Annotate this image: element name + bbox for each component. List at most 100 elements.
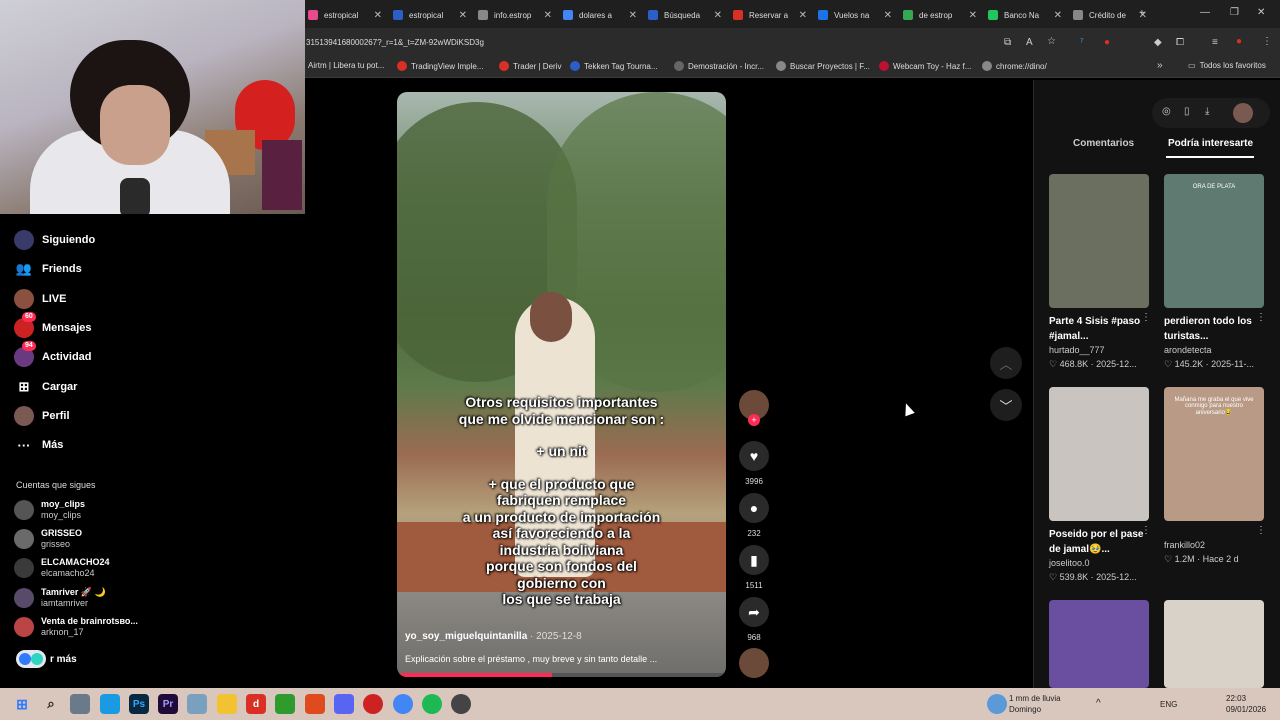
video-progress-bar[interactable]	[397, 673, 726, 677]
bookmark-item[interactable]: Tekken Tag Tourna...	[570, 61, 658, 71]
video-author[interactable]: yo_soy_miguelquintanilla · 2025-12-8	[405, 631, 582, 642]
app-icon[interactable]	[363, 694, 383, 714]
language-indicator[interactable]: ENG	[1160, 700, 1177, 709]
extension-icon[interactable]: ●	[1104, 37, 1110, 48]
extension-icon[interactable]: ⁷	[1080, 37, 1084, 48]
close-tab-icon[interactable]: ✕	[374, 10, 382, 21]
next-video-button[interactable]: ﹀	[990, 389, 1022, 421]
close-tab-icon[interactable]: ✕	[1054, 10, 1062, 21]
url-field[interactable]: 3151394168000267?_r=1&_t=ZM-92wWDiKSD3g	[306, 38, 484, 47]
browser-tab[interactable]: Reservar a ✕	[729, 4, 813, 26]
tab-comments[interactable]: Comentarios	[1073, 138, 1134, 149]
sidebar-item-live[interactable]: LIVE	[14, 288, 66, 310]
obs-icon[interactable]	[451, 694, 471, 714]
video-thumbnail[interactable]	[1049, 174, 1149, 308]
followed-account[interactable]: ELCAMACHO24 elcamacho24	[14, 557, 110, 579]
close-tab-icon[interactable]: ✕	[799, 10, 807, 21]
file-explorer-icon[interactable]	[217, 694, 237, 714]
close-tab-icon[interactable]: ✕	[884, 10, 892, 21]
video-thumbnail[interactable]: ORA DE PLATA	[1164, 174, 1264, 308]
phone-icon[interactable]: ▯	[1184, 106, 1190, 117]
user-avatar[interactable]	[1233, 103, 1253, 123]
clock-date[interactable]: 09/01/2026	[1226, 705, 1266, 714]
photoshop-icon[interactable]: Ps	[129, 694, 149, 714]
sidebar-item-cargar[interactable]: ⊞ Cargar	[14, 376, 78, 398]
like-button[interactable]: ♥ 3996	[738, 441, 770, 486]
spotify-icon[interactable]	[422, 694, 442, 714]
card-author[interactable]: hurtado__777	[1049, 345, 1105, 355]
maximize-icon[interactable]: ❐	[1230, 7, 1239, 18]
download-icon[interactable]: ⤓	[1205, 106, 1209, 117]
translate-icon[interactable]: A	[1026, 37, 1033, 48]
follow-plus-icon[interactable]: +	[748, 414, 760, 426]
sidebar-item-perfil[interactable]: Perfil	[14, 405, 70, 427]
more-options-icon[interactable]: ⋮	[1256, 525, 1266, 536]
followed-account[interactable]: moy_clips moy_clips	[14, 499, 85, 521]
bookmark-item[interactable]: Demostración - Incr...	[674, 61, 764, 71]
star-icon[interactable]: ☆	[1047, 36, 1056, 47]
creator-avatar-button[interactable]: +	[738, 390, 770, 426]
task-view-icon[interactable]	[70, 694, 90, 714]
card-author[interactable]: joselitoo.0	[1049, 558, 1090, 568]
bookmark-item[interactable]: Trader | Deriv	[499, 61, 561, 71]
more-options-icon[interactable]: ⋮	[1141, 312, 1151, 323]
previous-video-button[interactable]: ︿	[990, 347, 1022, 379]
card-title[interactable]: Poseido por el pase de jamal🥹...	[1049, 527, 1149, 557]
install-icon[interactable]: ⧉	[1004, 37, 1011, 48]
share-button[interactable]: ➦ 968	[738, 597, 770, 642]
extension-icon[interactable]: ◆	[1154, 37, 1162, 48]
store-icon[interactable]	[187, 694, 207, 714]
browser-tab[interactable]: Vuelos na ✕	[814, 4, 898, 26]
tab-recommended[interactable]: Podría interesarte	[1168, 138, 1253, 149]
card-author[interactable]: arondetecta	[1164, 345, 1212, 355]
video-thumbnail[interactable]: Mañana me graba el que vive conmigo para…	[1164, 387, 1264, 521]
close-window-icon[interactable]: ✕	[1257, 7, 1265, 18]
minecraft-icon[interactable]	[275, 694, 295, 714]
card-title[interactable]: perdieron todo los turistas...	[1164, 314, 1264, 344]
music-disc-button[interactable]	[738, 648, 770, 678]
edge-icon[interactable]	[100, 694, 120, 714]
video-thumbnail[interactable]	[1164, 600, 1264, 688]
close-tab-icon[interactable]: ✕	[544, 10, 552, 21]
sidebar-item-siguiendo[interactable]: Siguiendo	[14, 229, 95, 251]
chevron-right-icon[interactable]: »	[1157, 60, 1163, 71]
new-tab-icon[interactable]: +	[1139, 8, 1145, 19]
browser-tab[interactable]: de estrop ✕	[899, 4, 983, 26]
video-description[interactable]: Explicación sobre el préstamo , muy brev…	[405, 654, 657, 664]
all-favorites-folder[interactable]: ▭ Todos los favoritos	[1188, 61, 1266, 70]
sidebar-item-ms[interactable]: ··· Más	[14, 434, 64, 456]
premiere-icon[interactable]: Pr	[158, 694, 178, 714]
browser-tab[interactable]: dolares a ✕	[559, 4, 643, 26]
followed-account[interactable]: GRISSEO grisseo	[14, 528, 82, 550]
card-title[interactable]: Parte 4 Sisis #paso #jamal...	[1049, 314, 1149, 344]
video-thumbnail[interactable]	[1049, 387, 1149, 521]
video-thumbnail[interactable]	[1049, 600, 1149, 688]
browser-tab[interactable]: info.estrop ✕	[474, 4, 558, 26]
see-more-button[interactable]: r más	[16, 650, 77, 668]
deriv-icon[interactable]: d	[246, 694, 266, 714]
more-options-icon[interactable]: ⋮	[1256, 312, 1266, 323]
profile-icon[interactable]: ●	[1236, 36, 1242, 47]
search-icon[interactable]: ⌕	[41, 694, 61, 714]
browser-tab[interactable]: Banco Na ✕	[984, 4, 1068, 26]
bookmark-item[interactable]: Webcam Toy - Haz f...	[879, 61, 971, 71]
sidebar-item-friends[interactable]: 👥 Friends	[14, 258, 82, 280]
bookmark-item[interactable]: Buscar Proyectos | F...	[776, 61, 870, 71]
windows-start-icon[interactable]: ⊞	[12, 694, 32, 714]
chrome-icon[interactable]	[393, 694, 413, 714]
sidebar-item-mensajes[interactable]: 60 Mensajes	[14, 311, 92, 339]
browser-tab[interactable]: Búsqueda ✕	[644, 4, 728, 26]
clock-time[interactable]: 22:03	[1226, 694, 1246, 703]
tab-search-icon[interactable]: ≡	[1212, 37, 1218, 48]
bookmark-item[interactable]: Airtm | Libera tu pot...	[308, 61, 384, 70]
tray-chevron-icon[interactable]: ^	[1096, 698, 1101, 709]
close-tab-icon[interactable]: ✕	[629, 10, 637, 21]
browser-tab[interactable]: estropical ✕	[389, 4, 473, 26]
followed-account[interactable]: Venta de brainrotsво... arknon_17	[14, 616, 138, 638]
save-button[interactable]: ▮ 1511	[738, 545, 770, 590]
video-player[interactable]: Otros requisitos importantes que me olvid…	[397, 92, 726, 677]
close-tab-icon[interactable]: ✕	[714, 10, 722, 21]
comment-button[interactable]: ● 232	[738, 493, 770, 538]
sidebar-item-actividad[interactable]: 94 Actividad	[14, 341, 92, 368]
brave-icon[interactable]	[305, 694, 325, 714]
